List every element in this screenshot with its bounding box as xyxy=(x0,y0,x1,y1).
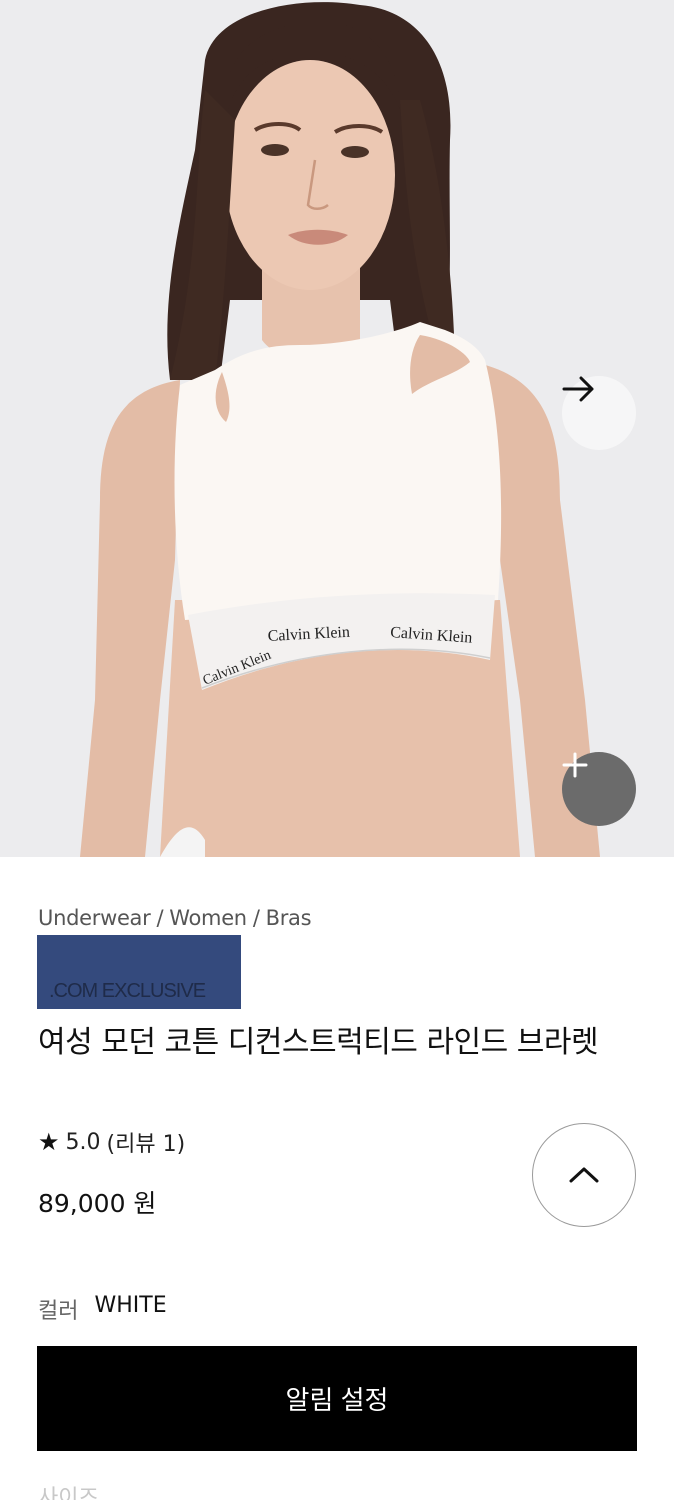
exclusive-badge: .COM EXCLUSIVE xyxy=(37,935,241,1009)
badge-label: .COM EXCLUSIVE xyxy=(49,980,206,1002)
breadcrumb-separator: / xyxy=(156,906,164,930)
product-image[interactable]: Calvin Klein Calvin Klein Calvin Klein xyxy=(0,0,674,857)
arrow-right-icon xyxy=(562,376,594,402)
notify-button[interactable]: 알림 설정 xyxy=(37,1346,637,1451)
next-image-button[interactable] xyxy=(562,376,636,450)
breadcrumb-women[interactable]: Women xyxy=(169,906,247,930)
star-icon: ★ xyxy=(38,1128,60,1156)
breadcrumb: Underwear / Women / Bras xyxy=(38,906,312,930)
size-label: 사이즈 xyxy=(38,1486,99,1500)
color-value: WHITE xyxy=(94,1293,167,1318)
product-price: 89,000 원 xyxy=(38,1189,157,1218)
scroll-up-button[interactable] xyxy=(532,1123,636,1227)
zoom-button[interactable] xyxy=(562,752,636,826)
review-count: (리뷰 1) xyxy=(106,1132,186,1157)
product-rating[interactable]: ★ 5.0 (리뷰 1) xyxy=(38,1126,185,1158)
plus-icon xyxy=(562,752,588,778)
breadcrumb-separator: / xyxy=(252,906,260,930)
product-title: 여성 모던 코튼 디컨스트럭티드 라인드 브라렛 xyxy=(38,1025,599,1060)
chevron-up-icon xyxy=(569,1167,599,1183)
breadcrumb-bras[interactable]: Bras xyxy=(266,906,312,930)
color-selector: 컬러 WHITE xyxy=(38,1293,167,1325)
breadcrumb-underwear[interactable]: Underwear xyxy=(38,906,151,930)
color-label: 컬러 xyxy=(38,1299,79,1324)
rating-value: 5.0 xyxy=(65,1129,101,1155)
